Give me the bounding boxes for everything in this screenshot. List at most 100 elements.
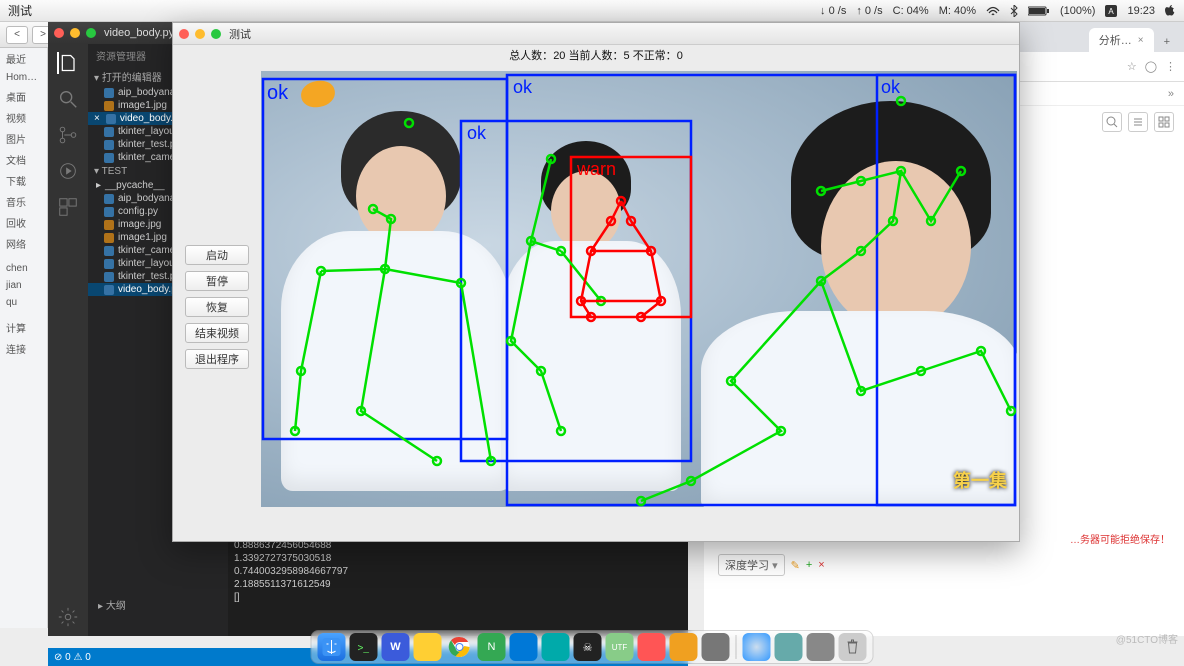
outline-section[interactable]: ▸ 大纲 (92, 595, 228, 614)
finder-sidebar-item[interactable]: jian (0, 277, 47, 294)
tag-pill[interactable]: 深度学习 ▾ (718, 554, 785, 576)
chevron-down-icon[interactable]: ▾ (772, 560, 778, 572)
list-icon[interactable] (1128, 112, 1148, 132)
clock[interactable]: 19:23 (1127, 5, 1155, 17)
files-icon[interactable] (57, 52, 79, 74)
finder-sidebar-item[interactable]: 最近 (0, 48, 47, 69)
close-icon[interactable] (179, 29, 189, 39)
tkinter-titlebar[interactable]: 测试 (173, 23, 1019, 45)
dock-app-icon[interactable] (702, 633, 730, 661)
dock-safari-icon[interactable] (743, 633, 771, 661)
menubar-app-title: 测试 (8, 2, 32, 19)
dock-app-icon[interactable]: N (478, 633, 506, 661)
dock-trash-icon[interactable] (839, 633, 867, 661)
svg-text:A: A (1109, 7, 1115, 16)
start-button[interactable]: 启动 (185, 245, 249, 265)
finder-sidebar-item[interactable]: 视频 (0, 107, 47, 128)
mac-dock: >_ W N ☠ UTF (311, 630, 874, 664)
finder-sidebar-item[interactable]: qu (0, 294, 47, 311)
finder-sidebar-item[interactable]: 回收 (0, 212, 47, 233)
svg-text:warn: warn (576, 159, 616, 179)
chrome-menu-icon[interactable]: ⋮ (1165, 60, 1176, 73)
minimize-icon[interactable] (195, 29, 205, 39)
finder-sidebar-item[interactable]: Hom… (0, 69, 47, 86)
tkinter-title: 测试 (229, 26, 251, 42)
zoom-icon[interactable] (211, 29, 221, 39)
bookmark-star-icon[interactable]: ☆ (1127, 60, 1137, 73)
dock-wps-icon[interactable]: W (382, 633, 410, 661)
resume-button[interactable]: 恢复 (185, 297, 249, 317)
bluetooth-icon[interactable] (1010, 5, 1018, 17)
dock-app-icon[interactable] (775, 633, 803, 661)
tag-row: 深度学习 ▾ ✎ + × (718, 554, 825, 576)
net-up: ↑ 0 /s (856, 5, 882, 17)
delete-icon[interactable]: × (818, 559, 824, 571)
battery-pct: (100%) (1060, 5, 1095, 17)
stop-video-button[interactable]: 结束视频 (185, 323, 249, 343)
dock-app-icon[interactable]: ☠ (574, 633, 602, 661)
edit-icon[interactable]: ✎ (791, 559, 800, 572)
dock-app-icon[interactable]: UTF (606, 633, 634, 661)
dock-app-icon[interactable] (807, 633, 835, 661)
video-canvas: 第一集 ok ok ok ok warn (261, 71, 1017, 507)
pause-button[interactable]: 暂停 (185, 271, 249, 291)
new-tab-button[interactable]: + (1156, 32, 1178, 52)
current-count: 5 (624, 50, 630, 62)
bookmarks-overflow[interactable]: » (1168, 88, 1174, 100)
zoom-icon[interactable] (86, 28, 96, 38)
svg-text:ok: ok (513, 77, 533, 97)
pose-overlay: ok ok ok ok warn (261, 71, 1017, 507)
exit-button[interactable]: 退出程序 (185, 349, 249, 369)
finder-sidebar-item[interactable]: 文档 (0, 149, 47, 170)
mac-menubar: 测试 ↓ 0 /s ↑ 0 /s C: 04% M: 40% (100%) A … (0, 0, 1184, 22)
git-icon[interactable] (57, 124, 79, 146)
finder-sidebar-item[interactable]: 计算 (0, 317, 47, 338)
extensions-icon[interactable] (57, 196, 79, 218)
mem-stat: M: 40% (939, 5, 976, 17)
grid-icon[interactable] (1154, 112, 1174, 132)
dock-qq-icon[interactable] (414, 633, 442, 661)
tab-close-icon[interactable]: × (1138, 35, 1144, 46)
profile-avatar-icon[interactable]: ◯ (1145, 60, 1157, 73)
finder-sidebar: 最近 Hom… 桌面 视频 图片 文档 下载 音乐 回收 网络 chen jia… (0, 48, 48, 628)
cpu-stat: C: 04% (893, 5, 929, 17)
page-tool-icons (1102, 112, 1174, 132)
dock-folder-icon[interactable] (670, 633, 698, 661)
net-down: ↓ 0 /s (820, 5, 846, 17)
input-method-icon[interactable]: A (1105, 5, 1117, 17)
total-count: 20 (553, 50, 565, 62)
chrome-tab[interactable]: 分析…× (1089, 28, 1154, 52)
minimize-icon[interactable] (70, 28, 80, 38)
finder-sidebar-item[interactable]: 连接 (0, 338, 47, 359)
finder-sidebar-item[interactable]: 桌面 (0, 86, 47, 107)
svg-text:ok: ok (267, 82, 289, 104)
gear-icon[interactable] (57, 606, 79, 628)
dock-app-icon[interactable] (638, 633, 666, 661)
finder-sidebar-item[interactable]: 下载 (0, 170, 47, 191)
finder-sidebar-item[interactable]: 网络 (0, 233, 47, 254)
abnormal-count: 0 (677, 50, 683, 62)
battery-icon[interactable] (1028, 6, 1050, 16)
svg-text:ok: ok (881, 77, 901, 97)
dock-app-icon[interactable] (542, 633, 570, 661)
debug-icon[interactable] (57, 160, 79, 182)
vscode-activitybar (48, 44, 88, 636)
finder-nav-back[interactable]: < (6, 26, 28, 44)
dock-terminal-icon[interactable]: >_ (350, 633, 378, 661)
dock-chrome-icon[interactable] (446, 633, 474, 661)
finder-sidebar-item[interactable]: 音乐 (0, 191, 47, 212)
apple-icon[interactable] (1165, 5, 1176, 17)
search-icon[interactable] (57, 88, 79, 110)
add-icon[interactable]: + (806, 559, 812, 571)
dock-finder-icon[interactable] (318, 633, 346, 661)
control-panel: 启动 暂停 恢复 结束视频 退出程序 (173, 65, 261, 543)
finder-sidebar-item[interactable]: 图片 (0, 128, 47, 149)
watermark: @51CTO博客 (1116, 631, 1178, 646)
close-icon[interactable] (54, 28, 64, 38)
wifi-icon[interactable] (986, 6, 1000, 16)
finder-sidebar-item[interactable]: chen (0, 260, 47, 277)
search-icon[interactable] (1102, 112, 1122, 132)
save-warning: …务器可能拒绝保存！ (1070, 531, 1170, 546)
svg-text:ok: ok (467, 123, 487, 143)
dock-app-icon[interactable] (510, 633, 538, 661)
